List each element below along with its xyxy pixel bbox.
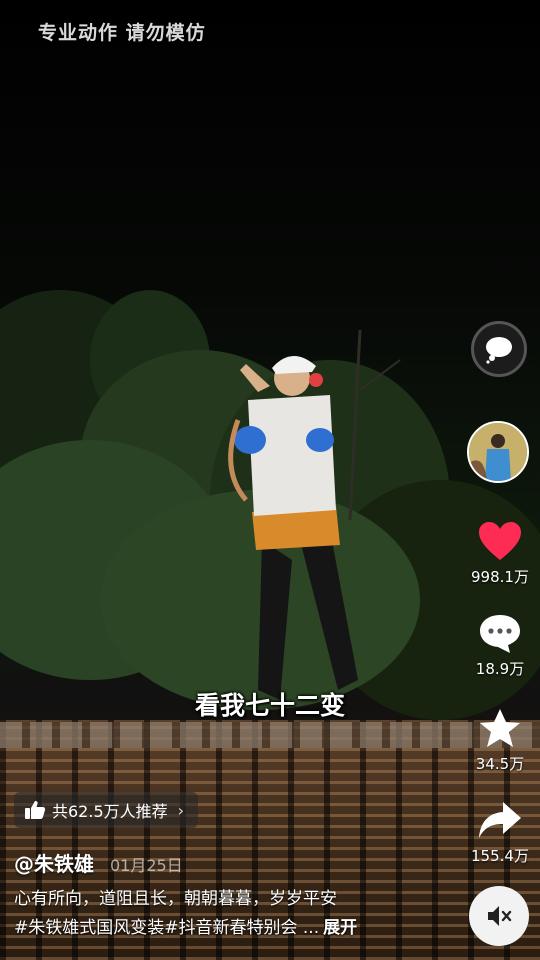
post-date: 01月25日: [110, 856, 183, 875]
like-button[interactable]: 998.1万: [468, 516, 532, 587]
hashtags[interactable]: #朱铁雄式国风变装#抖音新春特别会 ...: [14, 918, 319, 938]
comment-count: 18.9万: [475, 660, 525, 678]
chevron-right-icon: ›: [177, 800, 185, 820]
comment-button[interactable]: 18.9万: [468, 608, 532, 679]
favorite-button[interactable]: 34.5万: [468, 703, 532, 774]
author-name[interactable]: @朱铁雄: [14, 848, 94, 877]
author-row: @朱铁雄 01月25日: [14, 848, 183, 877]
avatar-image: [469, 423, 527, 481]
share-button[interactable]: 155.4万: [468, 795, 532, 866]
recommend-text: 共62.5万人推荐: [52, 802, 168, 821]
share-count: 155.4万: [471, 847, 529, 865]
video-subtitle: 看我七十二变: [194, 691, 345, 720]
recommend-chip[interactable]: 共62.5万人推荐 ›: [14, 792, 199, 828]
share-arrow-icon: [479, 802, 521, 838]
hashtag-line: #朱铁雄式国风变装#抖音新春特别会 ... 展开: [14, 914, 357, 942]
author-avatar[interactable]: [467, 421, 529, 483]
favorite-count: 34.5万: [475, 755, 525, 773]
video-description: 心有所向，道阻且长，朝朝暮暮，岁岁平安: [14, 889, 337, 909]
mute-icon: [488, 906, 512, 926]
comment-icon: [480, 615, 520, 653]
star-icon: [480, 709, 520, 747]
mute-button[interactable]: [469, 886, 529, 946]
like-count: 998.1万: [471, 568, 529, 586]
thumbs-up-icon: [25, 801, 46, 819]
safety-warning: 专业动作 请勿模仿: [38, 22, 206, 44]
speech-bubble-button[interactable]: [471, 321, 527, 377]
speech-bubble-icon: [486, 337, 512, 364]
heart-icon: [479, 522, 521, 560]
expand-button[interactable]: 展开: [323, 918, 357, 938]
